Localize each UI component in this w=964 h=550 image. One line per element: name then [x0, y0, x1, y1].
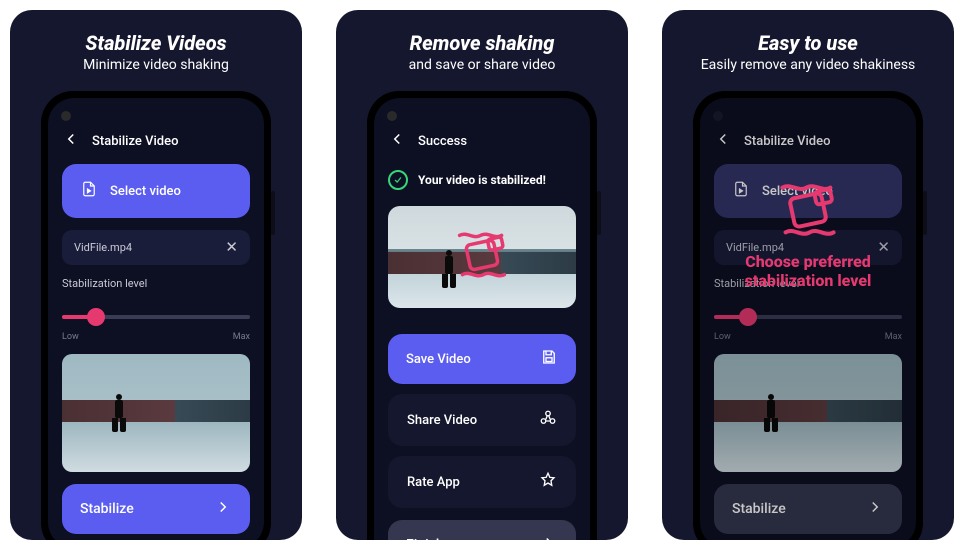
phone-mock: Success Your video is stabilized! — [367, 91, 597, 540]
rate-app-button[interactable]: Rate App — [388, 456, 576, 508]
rate-label: Rate App — [407, 475, 460, 490]
app-screen: Stabilize Video Select video VidFile.mp4… — [700, 98, 916, 540]
save-icon — [540, 348, 558, 370]
select-video-label: Select video — [762, 184, 833, 199]
screen-header: Success — [388, 130, 576, 152]
back-icon[interactable] — [714, 130, 732, 152]
app-screen: Success Your video is stabilized! — [374, 98, 590, 540]
card-title: Easy to use — [758, 32, 858, 55]
success-message: Your video is stabilized! — [418, 173, 546, 187]
finish-label: Finish — [406, 537, 444, 540]
level-label: Stabilization level — [714, 277, 902, 290]
shake-overlay-icon — [447, 220, 517, 294]
video-file-icon — [732, 180, 750, 202]
save-video-button[interactable]: Save Video — [388, 334, 576, 384]
tick-low: Low — [62, 332, 79, 342]
video-preview — [62, 354, 250, 472]
tick-max: Max — [233, 332, 250, 342]
screen-header: Stabilize Video — [714, 130, 902, 152]
file-chip: VidFile.mp4 ✕ — [714, 230, 902, 265]
card-subtitle: Easily remove any video shakiness — [701, 57, 916, 73]
chevron-right-icon — [214, 498, 232, 520]
file-chip: VidFile.mp4 ✕ — [62, 230, 250, 265]
back-icon[interactable] — [62, 130, 80, 152]
stabilization-slider[interactable] — [62, 306, 250, 328]
share-video-button[interactable]: Share Video — [388, 394, 576, 446]
app-screen: Stabilize Video Select video VidFile.mp4… — [48, 98, 264, 540]
slider-ticks: Low Max — [714, 332, 902, 342]
card-subtitle: and save or share video — [409, 57, 556, 73]
cta-label: Stabilize — [80, 501, 134, 517]
close-icon[interactable]: ✕ — [225, 240, 238, 255]
select-video-button[interactable]: Select video — [714, 164, 902, 218]
stabilize-button[interactable]: Stabilize — [62, 484, 250, 534]
save-label: Save Video — [406, 352, 471, 367]
close-icon[interactable]: ✕ — [877, 240, 890, 255]
share-label: Share Video — [407, 413, 477, 428]
camera-hole — [387, 111, 397, 121]
volume-key — [923, 191, 927, 235]
phone-mock: Stabilize Video Select video VidFile.mp4… — [693, 91, 923, 540]
promo-card-1: Stabilize Videos Minimize video shaking … — [10, 10, 302, 540]
cta-label: Stabilize — [732, 501, 786, 517]
screen-header: Stabilize Video — [62, 130, 250, 152]
volume-key — [271, 191, 275, 235]
screen-title: Stabilize Video — [744, 134, 830, 149]
chevron-right-icon — [540, 534, 558, 540]
chevron-right-icon — [866, 498, 884, 520]
promo-card-2: Remove shaking and save or share video S… — [336, 10, 628, 540]
stabilization-slider[interactable] — [714, 306, 902, 328]
slider-ticks: Low Max — [62, 332, 250, 342]
finish-button[interactable]: Finish — [388, 520, 576, 540]
phone-mock: Stabilize Video Select video VidFile.mp4… — [41, 91, 271, 540]
check-circle-icon — [388, 170, 408, 190]
tick-max: Max — [885, 332, 902, 342]
promo-card-3: Easy to use Easily remove any video shak… — [662, 10, 954, 540]
file-name: VidFile.mp4 — [726, 241, 784, 254]
video-file-icon — [80, 180, 98, 202]
video-preview — [714, 354, 902, 472]
tick-low: Low — [714, 332, 731, 342]
video-preview — [388, 206, 576, 308]
screen-title: Stabilize Video — [92, 134, 178, 149]
screen-title: Success — [418, 134, 467, 149]
select-video-label: Select video — [110, 184, 181, 199]
success-banner: Your video is stabilized! — [388, 170, 576, 190]
volume-key — [597, 191, 601, 235]
back-icon[interactable] — [388, 130, 406, 152]
select-video-button[interactable]: Select video — [62, 164, 250, 218]
stabilize-button[interactable]: Stabilize — [714, 484, 902, 534]
file-name: VidFile.mp4 — [74, 241, 132, 254]
level-label: Stabilization level — [62, 277, 250, 290]
card-title: Remove shaking — [410, 32, 555, 55]
card-subtitle: Minimize video shaking — [83, 57, 229, 73]
camera-hole — [61, 111, 71, 121]
star-icon — [539, 471, 557, 493]
share-icon — [539, 409, 557, 431]
card-title: Stabilize Videos — [85, 32, 226, 55]
